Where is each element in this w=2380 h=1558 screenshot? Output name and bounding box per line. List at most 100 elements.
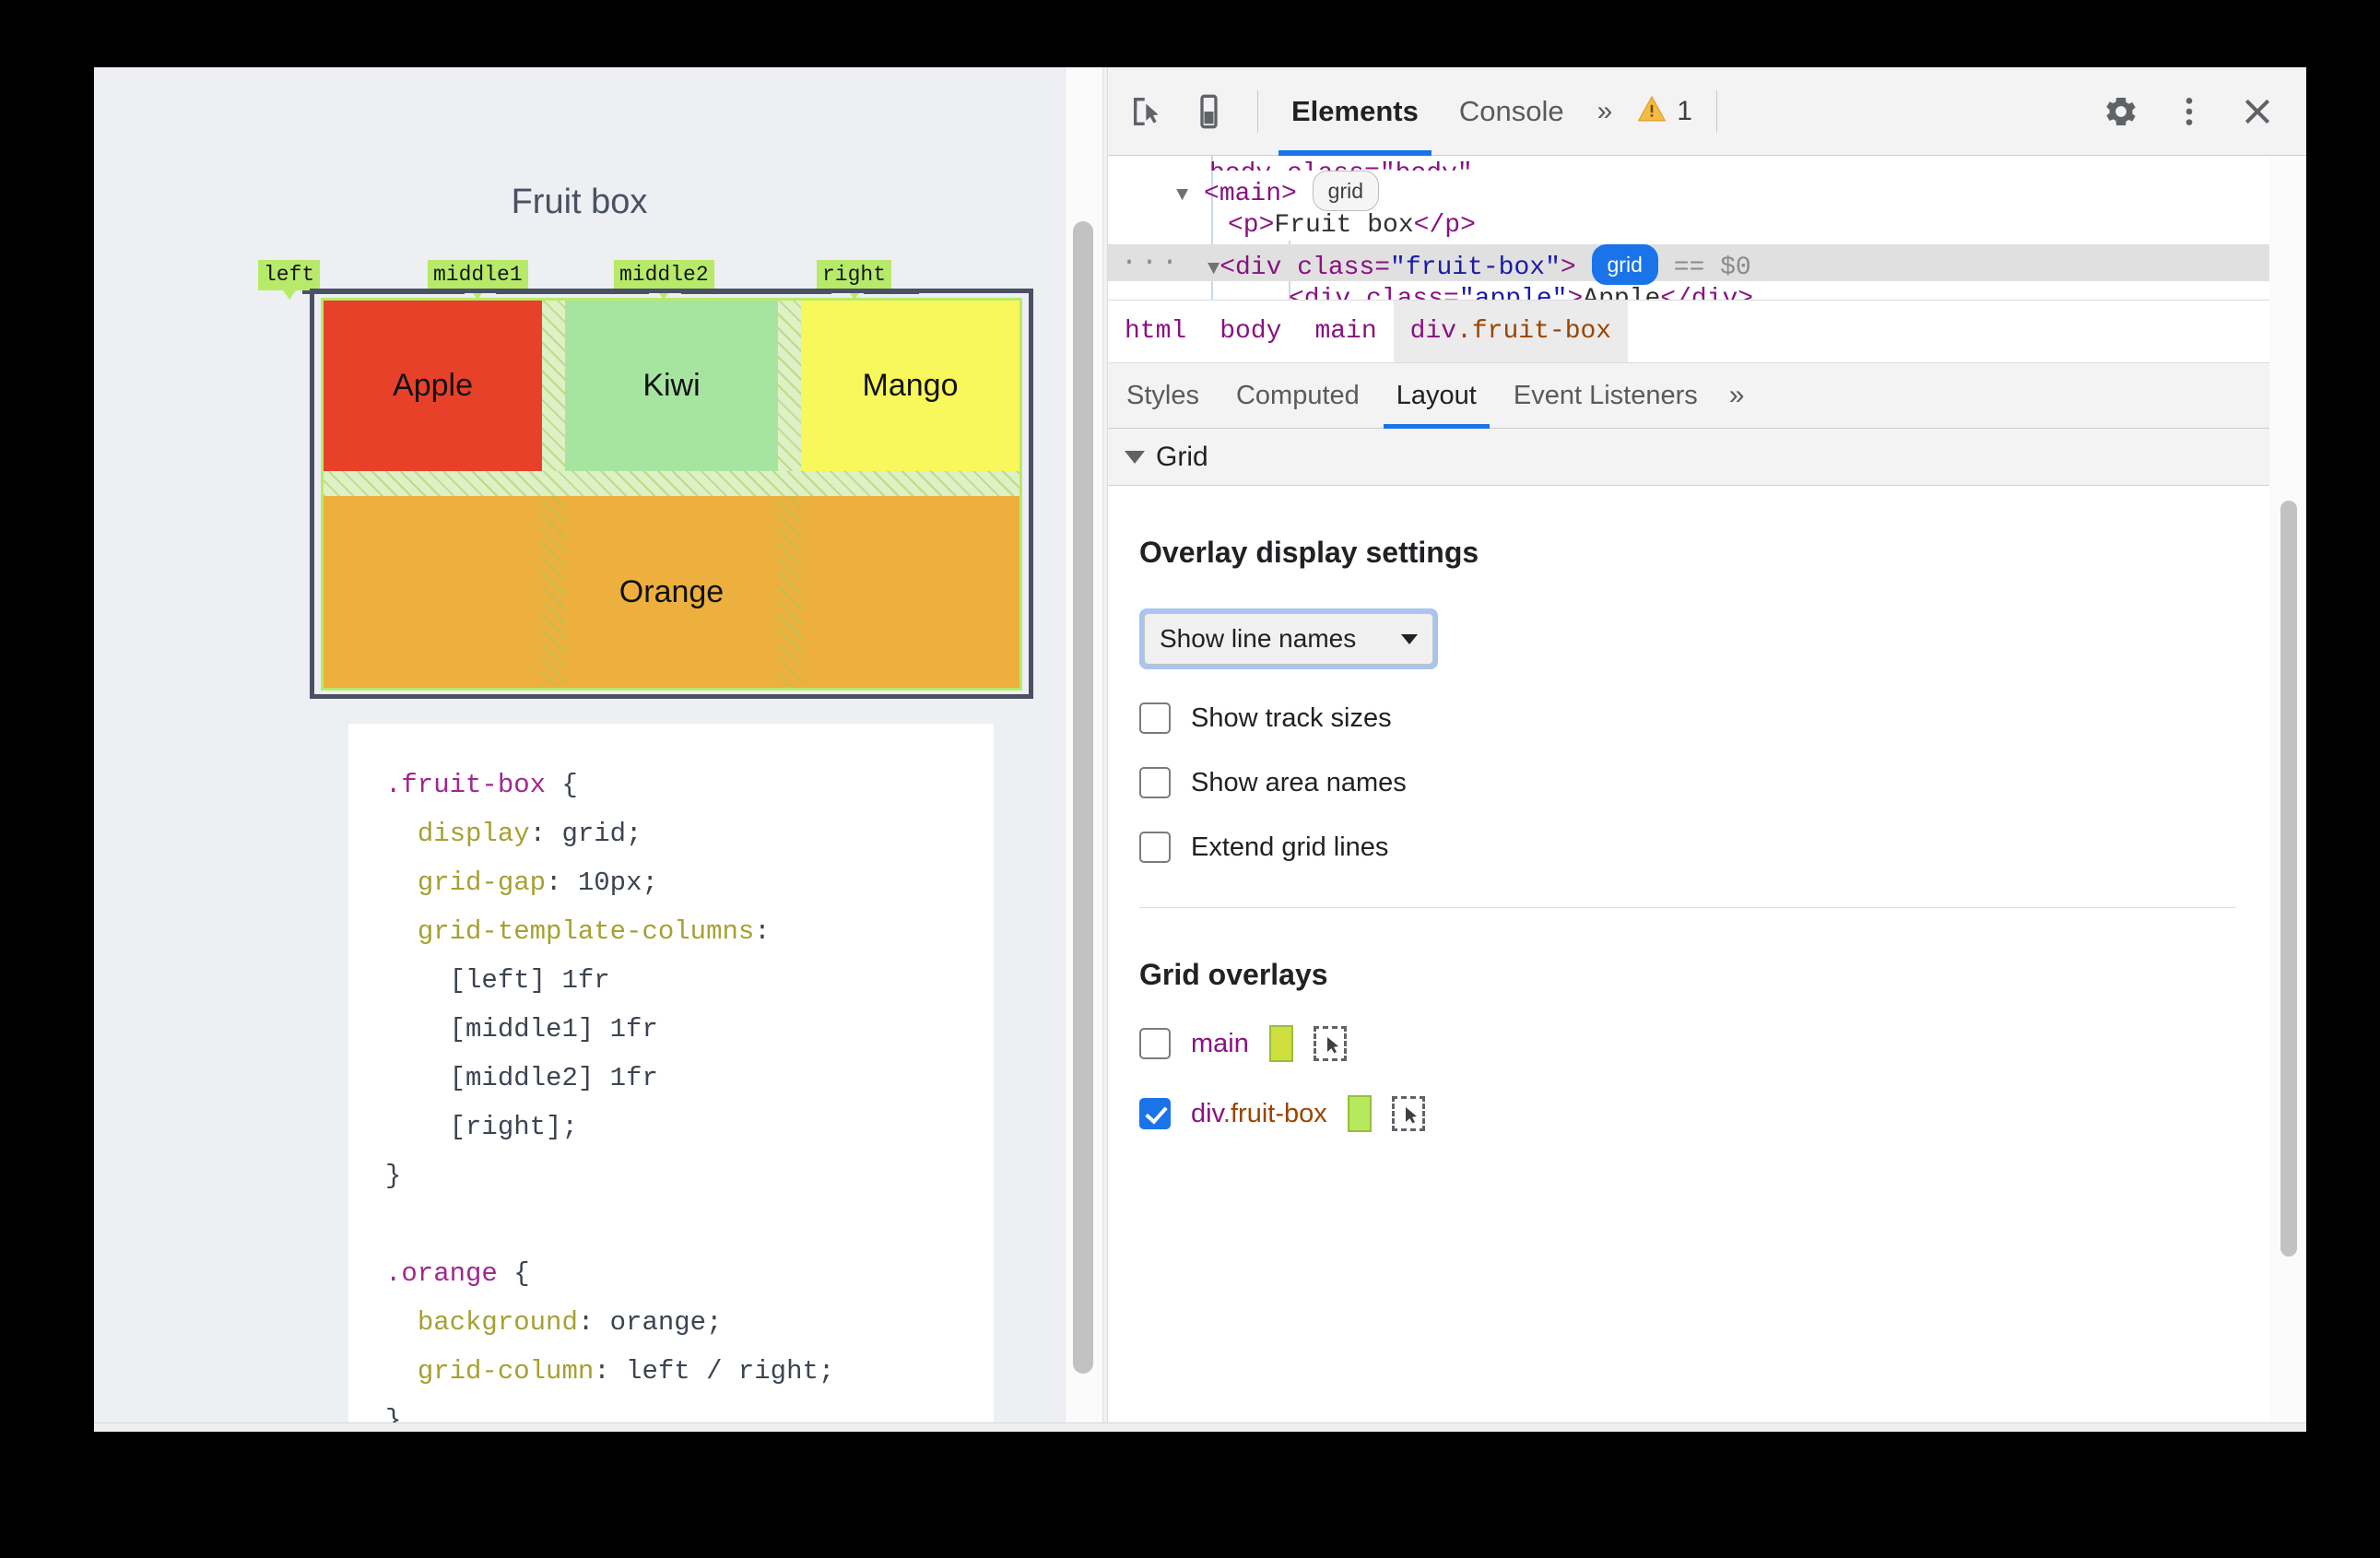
grid-cell-mango: Mango — [801, 301, 1019, 471]
close-icon[interactable] — [2229, 83, 2286, 140]
warning-indicator[interactable]: 1 — [1625, 93, 1703, 129]
grid-cell-apple: Apple — [324, 301, 542, 471]
dom-tree[interactable]: body class="body" ▼ <main> grid <p>Fruit… — [1108, 156, 2306, 300]
dom-row-p-open: <p> — [1228, 211, 1275, 240]
css-brace-open-2: { — [497, 1258, 530, 1289]
grid-overlay-name-fruit-box-tag: div — [1191, 1098, 1223, 1128]
grid-section-header[interactable]: Grid — [1108, 429, 2306, 486]
gear-icon[interactable] — [2092, 83, 2150, 140]
grid-badge-fruit-box[interactable]: grid — [1591, 244, 1658, 285]
expand-arrow-icon[interactable]: ▼ — [1208, 257, 1219, 280]
css-value-grid-column: left / right; — [609, 1356, 835, 1387]
breadcrumb-item-fruit-box-class: .fruit-box — [1456, 316, 1612, 346]
dom-row-apple-text: Apple — [1583, 285, 1661, 300]
checkbox-show-area-names[interactable]: Show area names — [1139, 767, 2236, 798]
grid-cell-kiwi: Kiwi — [565, 301, 778, 471]
css-value-track-4: [right]; — [449, 1112, 578, 1142]
css-value-grid-gap: 10px; — [561, 868, 658, 898]
devtools-toolbar: Elements Console » 1 — [1108, 67, 2306, 156]
dom-row-fruit-box-class: "fruit-box" — [1390, 254, 1561, 282]
tab-computed[interactable]: Computed — [1218, 362, 1378, 429]
dom-row-p-close: </p> — [1413, 211, 1476, 240]
checkbox-box[interactable] — [1139, 832, 1171, 863]
sidebar-tabs: Styles Computed Layout Event Listeners » — [1108, 362, 2306, 429]
grid-section-title: Grid — [1156, 441, 1208, 472]
grid-gap-row-1 — [324, 471, 1019, 496]
tab-elements-label: Elements — [1291, 94, 1419, 127]
css-prop-grid-gap: grid-gap — [417, 868, 547, 898]
toolbar-divider — [1257, 89, 1258, 133]
browser-window: Fruit box left middle1 middle2 right App… — [94, 67, 2306, 1432]
dom-row-main[interactable]: ▼ <main> grid — [1108, 171, 2306, 211]
page-scrollbar-thumb[interactable] — [1073, 221, 1093, 1374]
section-divider — [1139, 907, 2236, 908]
dom-row-console-ref: == $0 — [1673, 254, 1751, 282]
dom-row-p[interactable]: <p>Fruit box</p> — [1108, 207, 2306, 244]
overlay-display-select[interactable]: Show line names — [1144, 613, 1433, 665]
tab-layout[interactable]: Layout — [1378, 362, 1495, 429]
checkbox-box[interactable] — [1139, 1098, 1171, 1129]
grid-overlay-name-fruit-box: div.fruit-box — [1191, 1099, 1327, 1129]
grid-line-label-left: left — [258, 260, 321, 300]
checkbox-show-track-sizes-label: Show track sizes — [1191, 702, 1392, 733]
select-element-icon[interactable] — [1313, 1026, 1347, 1061]
dom-row-cutoff-text: body class="body" — [1209, 159, 1473, 171]
device-toolbar-icon[interactable] — [1187, 83, 1244, 140]
breadcrumb-item-html[interactable]: html — [1108, 301, 1203, 363]
more-sidebar-tabs-icon[interactable]: » — [1716, 380, 1758, 411]
checkbox-box[interactable] — [1139, 702, 1171, 734]
toolbar-right-group — [2081, 83, 2306, 140]
tab-console-label: Console — [1458, 94, 1564, 127]
checkbox-box[interactable] — [1139, 767, 1171, 798]
grid-overlay-row-fruit-box[interactable]: div.fruit-box — [1139, 1095, 2236, 1132]
grid-overlay-color-swatch-fruit-box[interactable] — [1347, 1095, 1372, 1132]
overlay-settings-title: Overlay display settings — [1139, 536, 1479, 569]
select-element-icon[interactable] — [1391, 1096, 1425, 1131]
dom-row-fruit-box[interactable]: ··· ▼<div class="fruit-box"> grid == $0 — [1108, 244, 2306, 285]
more-tabs-icon[interactable]: » — [1585, 96, 1626, 127]
dom-row-p-text: Fruit box — [1274, 211, 1414, 240]
breadcrumb: html body main div.fruit-box — [1108, 300, 2306, 363]
tab-console[interactable]: Console — [1439, 67, 1585, 156]
tab-event-listeners[interactable]: Event Listeners — [1495, 362, 1716, 429]
grid-line-label-middle2: middle2 — [614, 260, 714, 300]
breadcrumb-item-fruit-box-tag: div — [1409, 316, 1457, 346]
css-value-display: grid; — [546, 819, 642, 849]
dom-row-apple[interactable]: <div class="apple">Apple</div> — [1108, 281, 2306, 300]
checkbox-box[interactable] — [1139, 1028, 1171, 1059]
grid-badge-main[interactable]: grid — [1312, 171, 1380, 211]
toolbar-divider-2 — [1715, 89, 1717, 133]
css-prop-grid-template-columns: grid-template-columns — [417, 916, 755, 947]
grid-line-label-middle1: middle1 — [428, 260, 528, 300]
breadcrumb-item-fruit-box[interactable]: div.fruit-box — [1393, 300, 1629, 363]
window-bottom-bar — [94, 1422, 2306, 1432]
dom-row-apple-open: <div class= — [1289, 285, 1459, 300]
dom-row-apple-class: "apple" — [1458, 285, 1568, 300]
breadcrumb-item-main[interactable]: main — [1298, 301, 1393, 363]
tab-styles[interactable]: Styles — [1108, 362, 1218, 429]
overlay-display-select-wrap[interactable]: Show line names — [1139, 608, 1438, 669]
checkbox-show-area-names-label: Show area names — [1191, 767, 1407, 797]
tab-elements[interactable]: Elements — [1271, 67, 1439, 156]
css-value-track-3: [middle2] 1fr — [449, 1063, 658, 1093]
dom-row-cutoff[interactable]: body class="body" — [1108, 156, 2306, 171]
tab-event-listeners-label: Event Listeners — [1513, 380, 1698, 410]
screen: Fruit box left middle1 middle2 right App… — [0, 0, 2380, 1558]
dom-row-main-tag: <main> — [1204, 180, 1297, 208]
chevron-down-icon[interactable] — [1125, 450, 1145, 464]
inspect-element-icon[interactable] — [1119, 83, 1176, 140]
checkbox-extend-grid-lines[interactable]: Extend grid lines — [1139, 832, 2236, 863]
grid-overlay-color-swatch-main[interactable] — [1268, 1025, 1293, 1062]
kebab-menu-icon[interactable] — [2161, 83, 2218, 140]
breadcrumb-item-body[interactable]: body — [1203, 301, 1298, 363]
css-code-card: .fruit-box { display: grid; grid-gap: 10… — [348, 724, 994, 1432]
layout-scrollbar-thumb[interactable] — [2280, 501, 2297, 1257]
grid-overlay-name-fruit-box-class: .fruit-box — [1222, 1098, 1327, 1128]
grid-overlays-title: Grid overlays — [1139, 958, 1328, 991]
checkbox-show-track-sizes[interactable]: Show track sizes — [1139, 702, 2236, 734]
dom-row-ellipsis[interactable]: ··· — [1121, 244, 1182, 281]
grid-overlay-row-main[interactable]: main — [1139, 1025, 2236, 1062]
checkbox-extend-grid-lines-label: Extend grid lines — [1191, 832, 1389, 862]
breadcrumb-item-html-label: html — [1125, 316, 1187, 346]
expand-arrow-icon[interactable]: ▼ — [1176, 183, 1188, 207]
